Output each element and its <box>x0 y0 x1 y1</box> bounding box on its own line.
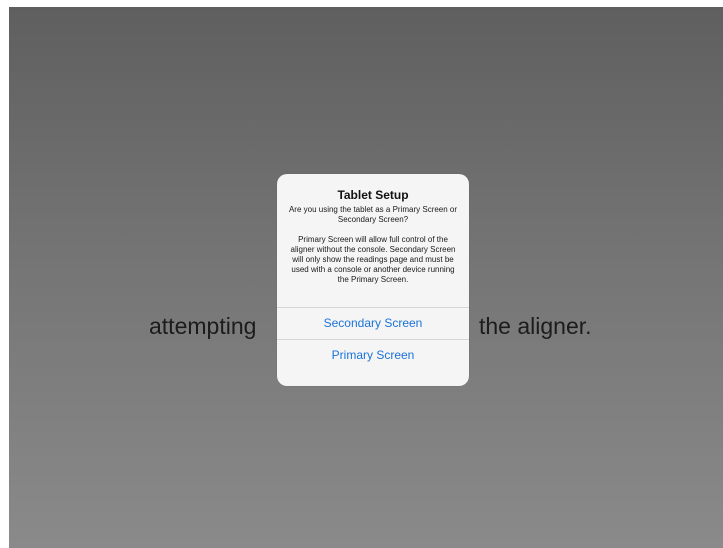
background-status-text-right: the aligner. <box>479 313 592 339</box>
dialog-question: Are you using the tablet as a Primary Sc… <box>288 205 458 224</box>
secondary-screen-button[interactable]: Secondary Screen <box>277 307 469 339</box>
tablet-setup-dialog: Tablet Setup Are you using the tablet as… <box>277 174 469 386</box>
dialog-explanation: Primary Screen will allow full control o… <box>290 235 456 284</box>
dialog-body: Tablet Setup Are you using the tablet as… <box>277 174 469 307</box>
background-status-text-left: attempting <box>149 313 257 339</box>
primary-screen-button[interactable]: Primary Screen <box>277 339 469 371</box>
app-screen: attempting the aligner. Tablet Setup Are… <box>9 7 723 548</box>
dialog-title: Tablet Setup <box>337 188 409 202</box>
